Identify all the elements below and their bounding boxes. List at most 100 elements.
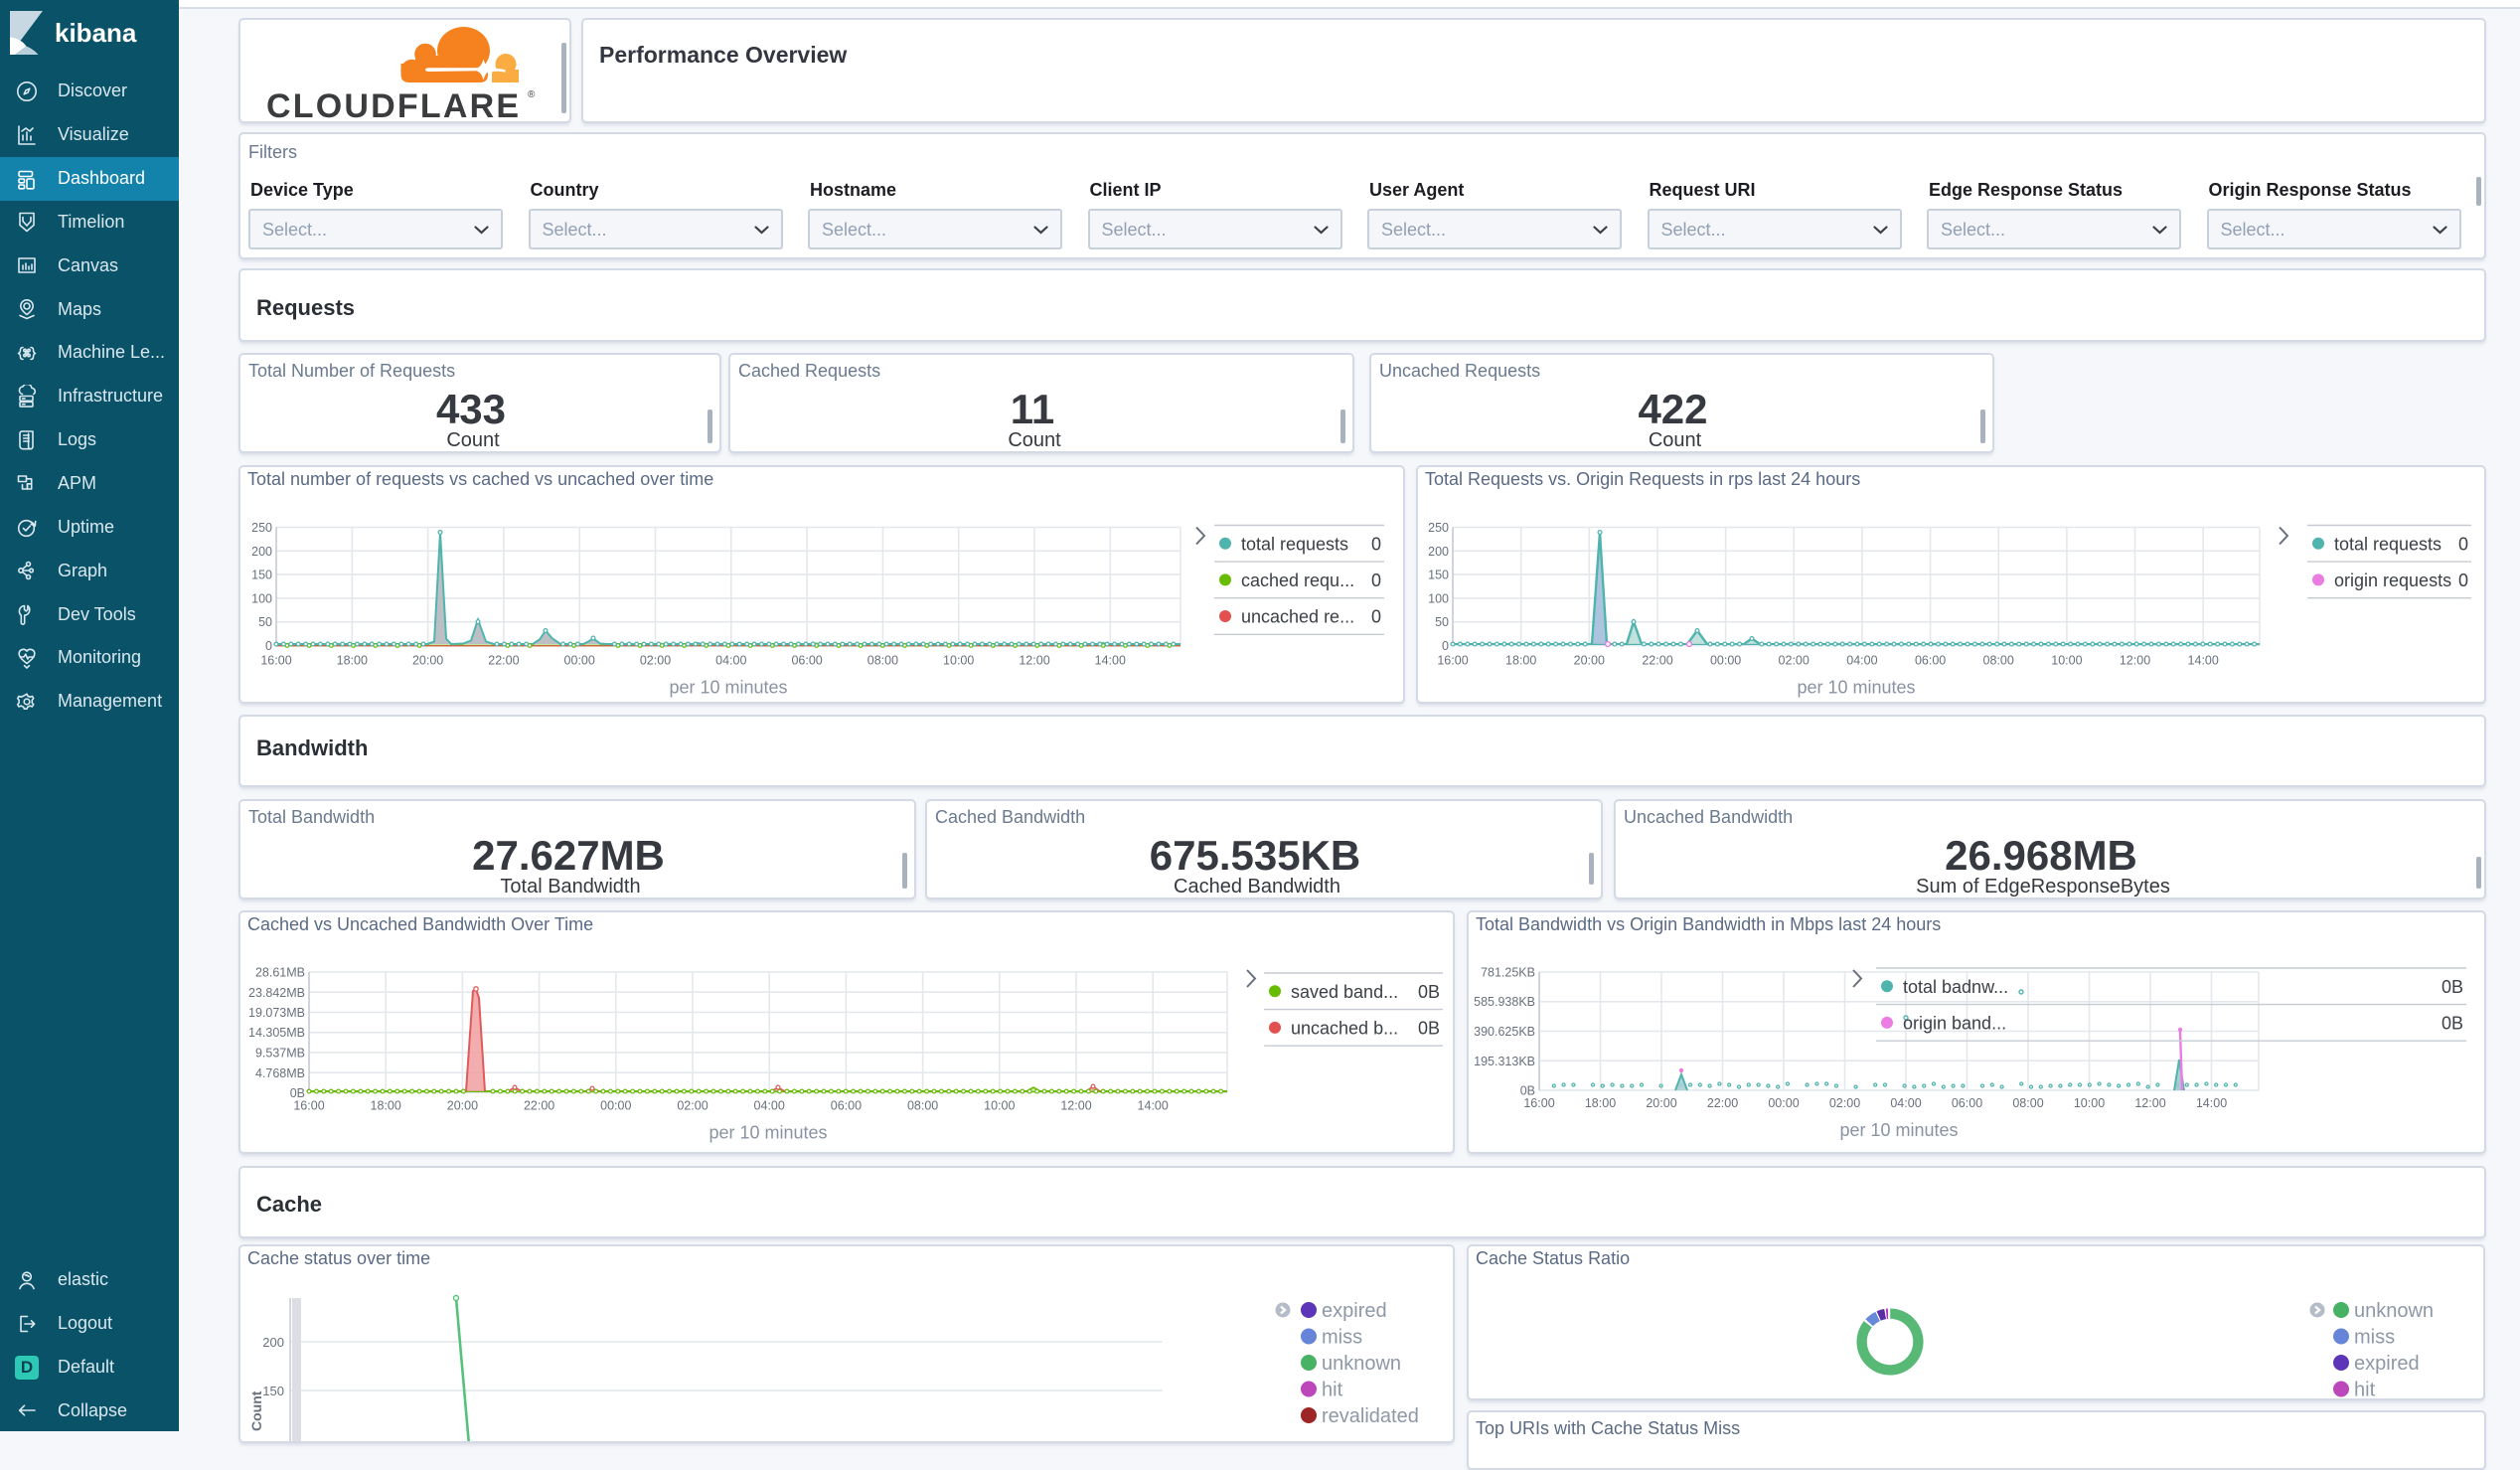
svg-text:0B: 0B	[2441, 977, 2463, 997]
svg-text:00:00: 00:00	[1768, 1096, 1799, 1110]
svg-text:14.305MB: 14.305MB	[248, 1026, 305, 1040]
svg-text:04:00: 04:00	[754, 1099, 785, 1113]
svg-text:00:00: 00:00	[600, 1099, 631, 1113]
svg-text:14:00: 14:00	[1095, 653, 1126, 667]
svg-text:revalidated: revalidated	[1322, 1405, 1419, 1427]
svg-text:150: 150	[251, 568, 272, 581]
svg-text:23.842MB: 23.842MB	[248, 986, 305, 1000]
svg-text:®: ®	[528, 89, 536, 100]
svg-text:04:00: 04:00	[1890, 1096, 1921, 1110]
svg-text:22:00: 22:00	[524, 1099, 554, 1113]
svg-text:200: 200	[1428, 544, 1449, 558]
svg-text:200: 200	[262, 1335, 284, 1350]
svg-text:781.25KB: 781.25KB	[1481, 966, 1535, 980]
svg-text:04:00: 04:00	[715, 653, 746, 667]
svg-text:hit: hit	[1322, 1380, 1343, 1401]
svg-text:12:00: 12:00	[1060, 1099, 1091, 1113]
svg-text:miss: miss	[2354, 1327, 2395, 1349]
svg-text:02:00: 02:00	[1779, 653, 1810, 667]
svg-text:miss: miss	[1322, 1327, 1362, 1349]
svg-text:12:00: 12:00	[1019, 653, 1049, 667]
svg-text:28.61MB: 28.61MB	[255, 966, 305, 980]
svg-text:06:00: 06:00	[831, 1099, 862, 1113]
svg-text:12:00: 12:00	[2134, 1096, 2165, 1110]
svg-text:18:00: 18:00	[371, 1099, 401, 1113]
svg-text:20:00: 20:00	[412, 653, 443, 667]
svg-text:CLOUDFLARE: CLOUDFLARE	[266, 87, 521, 121]
svg-text:06:00: 06:00	[1915, 653, 1946, 667]
svg-text:14:00: 14:00	[2196, 1096, 2227, 1110]
svg-text:0: 0	[1371, 570, 1381, 589]
svg-text:390.625KB: 390.625KB	[1474, 1025, 1535, 1039]
svg-text:04:00: 04:00	[1846, 653, 1877, 667]
svg-text:per 10 minutes: per 10 minutes	[709, 1123, 827, 1143]
svg-text:0: 0	[1371, 534, 1381, 554]
svg-text:585.938KB: 585.938KB	[1474, 995, 1535, 1009]
svg-text:08:00: 08:00	[2012, 1096, 2043, 1110]
svg-text:22:00: 22:00	[1642, 653, 1672, 667]
svg-text:cached requ...: cached requ...	[1241, 570, 1354, 589]
svg-text:14:00: 14:00	[1138, 1099, 1169, 1113]
svg-text:08:00: 08:00	[907, 1099, 938, 1113]
svg-text:unknown: unknown	[1322, 1353, 1401, 1375]
svg-text:22:00: 22:00	[488, 653, 519, 667]
svg-text:18:00: 18:00	[1505, 653, 1536, 667]
svg-text:19.073MB: 19.073MB	[248, 1006, 305, 1020]
svg-text:10:00: 10:00	[2051, 653, 2082, 667]
svg-text:10:00: 10:00	[984, 1099, 1015, 1113]
svg-text:per 10 minutes: per 10 minutes	[1839, 1120, 1958, 1140]
svg-text:00:00: 00:00	[564, 653, 595, 667]
svg-text:uncached b...: uncached b...	[1291, 1018, 1398, 1038]
svg-text:0B: 0B	[1418, 982, 1440, 1002]
svg-text:0B: 0B	[2441, 1013, 2463, 1033]
svg-text:0: 0	[1371, 606, 1381, 626]
svg-text:16:00: 16:00	[260, 653, 291, 667]
svg-text:150: 150	[1428, 568, 1449, 581]
svg-text:08:00: 08:00	[867, 653, 898, 667]
svg-text:saved band...: saved band...	[1291, 982, 1398, 1002]
svg-text:50: 50	[258, 615, 272, 629]
svg-text:250: 250	[251, 521, 272, 535]
svg-text:0: 0	[2458, 570, 2468, 589]
svg-text:02:00: 02:00	[1829, 1096, 1860, 1110]
svg-text:100: 100	[1428, 591, 1449, 605]
svg-text:08:00: 08:00	[1983, 653, 2014, 667]
svg-text:9.537MB: 9.537MB	[255, 1047, 305, 1061]
svg-text:4.768MB: 4.768MB	[255, 1066, 305, 1080]
svg-text:per 10 minutes: per 10 minutes	[1797, 677, 1915, 697]
svg-text:250: 250	[1428, 521, 1449, 535]
svg-text:unknown: unknown	[2354, 1300, 2434, 1322]
svg-text:06:00: 06:00	[791, 653, 822, 667]
svg-text:20:00: 20:00	[1574, 653, 1605, 667]
svg-text:expired: expired	[1322, 1300, 1387, 1322]
svg-text:06:00: 06:00	[1952, 1096, 1982, 1110]
svg-text:100: 100	[251, 591, 272, 605]
svg-text:150: 150	[262, 1384, 284, 1398]
svg-text:0B: 0B	[1418, 1018, 1440, 1038]
svg-text:50: 50	[1435, 615, 1449, 629]
svg-text:12:00: 12:00	[2120, 653, 2150, 667]
svg-text:origin requests: origin requests	[2334, 570, 2451, 589]
svg-text:total requests: total requests	[1241, 534, 1348, 554]
svg-text:00:00: 00:00	[1710, 653, 1741, 667]
svg-text:16:00: 16:00	[1523, 1096, 1554, 1110]
svg-text:0: 0	[2458, 534, 2468, 554]
svg-text:195.313KB: 195.313KB	[1474, 1055, 1535, 1068]
svg-text:16:00: 16:00	[293, 1099, 324, 1113]
svg-text:200: 200	[251, 544, 272, 558]
svg-text:total requests: total requests	[2334, 534, 2441, 554]
svg-text:origin band...: origin band...	[1903, 1013, 2006, 1033]
svg-text:expired: expired	[2354, 1353, 2420, 1375]
svg-text:Count: Count	[248, 1390, 264, 1431]
svg-text:hit: hit	[2354, 1380, 2376, 1398]
svg-text:10:00: 10:00	[943, 653, 974, 667]
svg-text:uncached re...: uncached re...	[1241, 606, 1354, 626]
svg-text:total badnw...: total badnw...	[1903, 977, 2008, 997]
svg-text:02:00: 02:00	[640, 653, 671, 667]
svg-text:0: 0	[1442, 639, 1449, 653]
svg-text:20:00: 20:00	[447, 1099, 478, 1113]
svg-text:per 10 minutes: per 10 minutes	[669, 677, 787, 697]
svg-text:02:00: 02:00	[677, 1099, 708, 1113]
svg-text:22:00: 22:00	[1707, 1096, 1738, 1110]
svg-text:20:00: 20:00	[1646, 1096, 1676, 1110]
